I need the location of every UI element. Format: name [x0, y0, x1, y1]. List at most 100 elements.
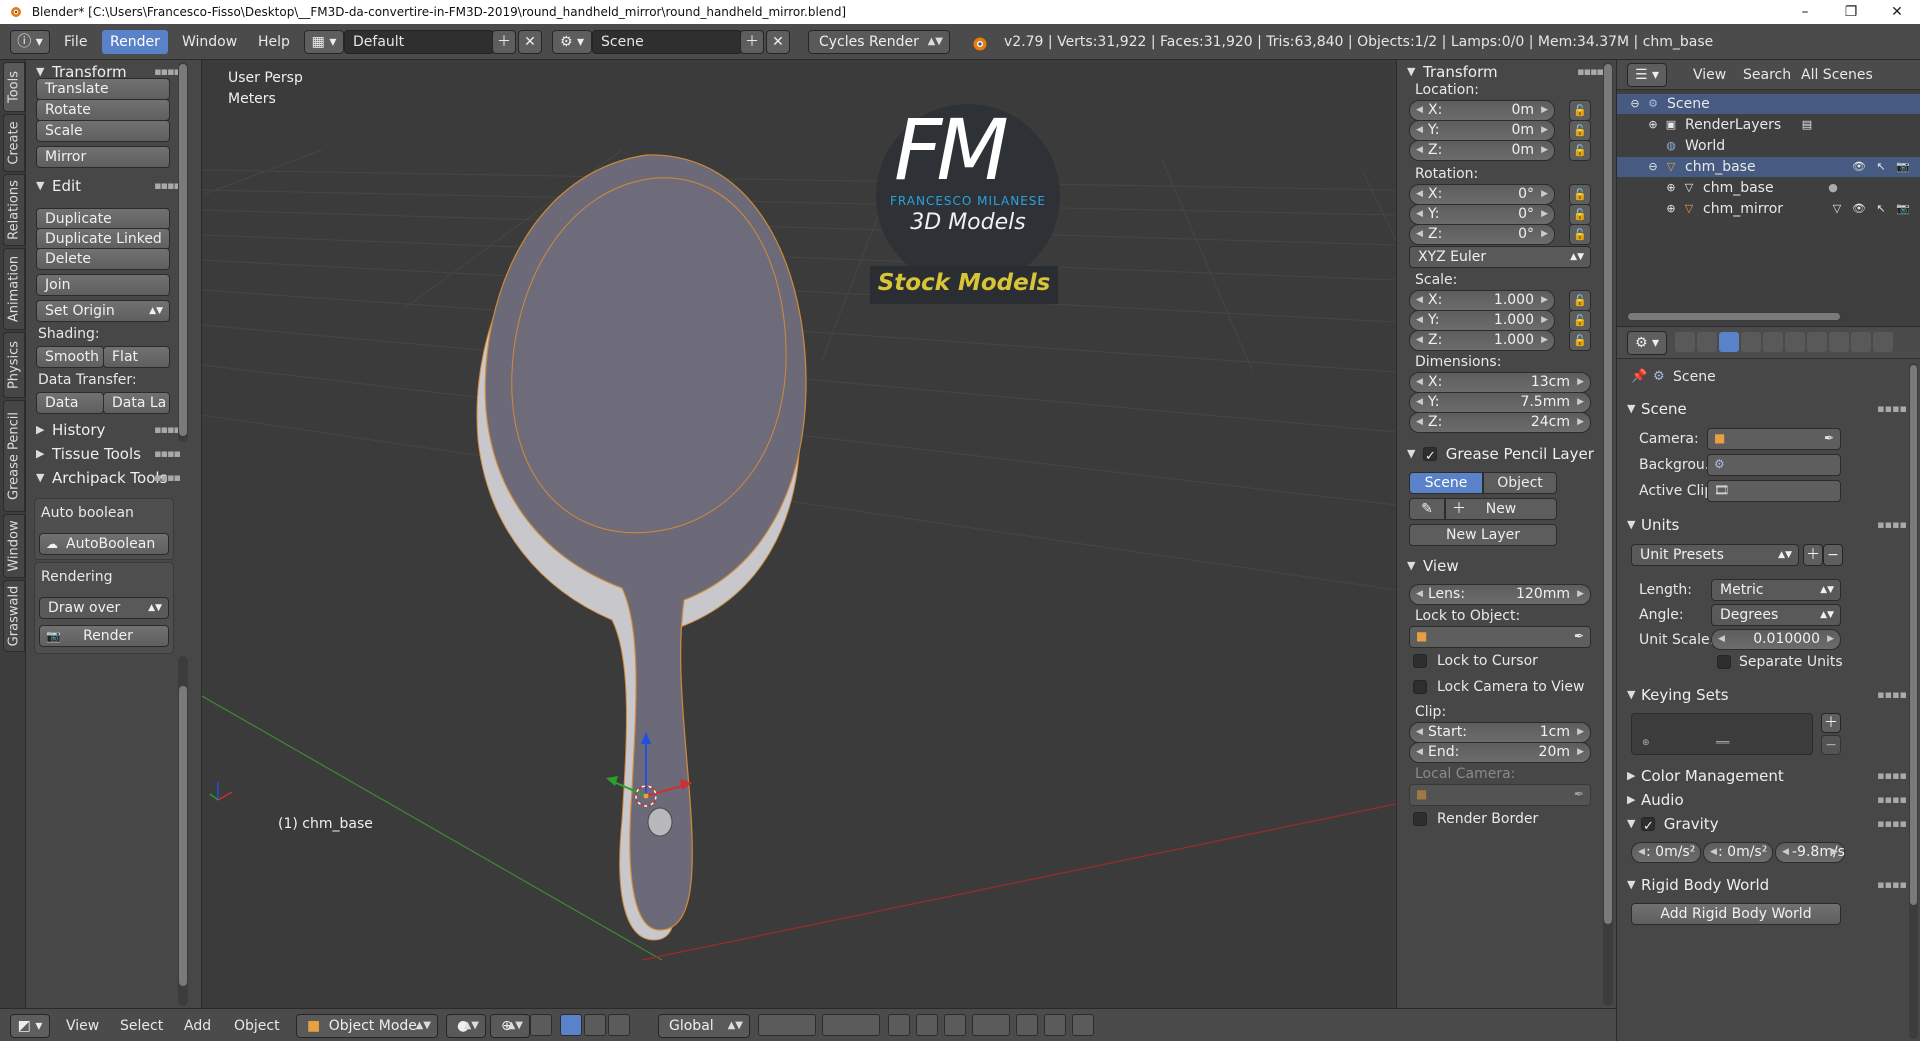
add-keying-set-icon[interactable]: ＋	[1821, 713, 1841, 733]
properties-scroll-thumb[interactable]	[1910, 365, 1917, 905]
render-context-tab[interactable]	[1675, 332, 1695, 352]
npanel-scrollbar[interactable]	[1603, 62, 1613, 1006]
opengl-render-image-icon[interactable]	[1044, 1014, 1066, 1036]
rigid-body-world-panel-header[interactable]: ▼ Rigid Body World ▪▪▪▪	[1627, 873, 1911, 897]
lock-camera-checkbox[interactable]	[1413, 680, 1427, 694]
rotation-z-field[interactable]: ◀ Z: 0° ▶	[1409, 224, 1555, 245]
lock-icon[interactable]: 🔓	[1569, 140, 1591, 161]
interaction-mode-dropdown[interactable]: ■ Object Mode ▲▼	[296, 1014, 438, 1038]
render-button[interactable]: 📷 Render	[39, 625, 169, 647]
tab-window[interactable]: Window	[3, 514, 25, 578]
data-layout-button[interactable]: Data La	[103, 392, 170, 414]
set-origin-dropdown[interactable]: Set Origin ▲▼	[36, 300, 170, 322]
rotate-button[interactable]: Rotate	[36, 99, 170, 121]
toolshelf-scrollbar-lower[interactable]	[178, 656, 188, 1006]
outliner-view-menu[interactable]: View	[1693, 67, 1726, 83]
gp-scene-toggle[interactable]: Scene	[1409, 472, 1483, 494]
gp-new-button[interactable]: ＋ New	[1445, 498, 1557, 520]
snap-target-icon[interactable]	[1016, 1014, 1038, 1036]
expand-toggle-icon[interactable]: ⊕	[1645, 117, 1661, 133]
outliner-editor-type-icon[interactable]: ☰ ▾	[1627, 63, 1667, 87]
tab-animation[interactable]: Animation	[3, 248, 25, 330]
resize-grip-icon[interactable]: ⊕	[1642, 738, 1650, 748]
transform-properties-header[interactable]: ▼ Transform ▪▪▪▪	[1401, 60, 1604, 84]
grip-icon[interactable]: ▪▪▪▪	[154, 418, 181, 442]
outliner-row-world[interactable]: ◍ World	[1617, 136, 1920, 156]
lock-object-field[interactable]: ■ ✒	[1409, 626, 1591, 648]
proportional-edit-icon[interactable]	[916, 1014, 938, 1036]
lock-icon[interactable]: 🔓	[1569, 290, 1591, 311]
clip-end-field[interactable]: ◀ End: 20m ▶	[1409, 742, 1591, 763]
manipulator-toggle-icon[interactable]	[530, 1014, 552, 1036]
maximize-button[interactable]: ❐	[1828, 0, 1874, 24]
grip-icon[interactable]: ▪▪▪▪	[1877, 764, 1907, 788]
scene-field[interactable]: Scene	[592, 30, 742, 54]
rotation-mode-dropdown[interactable]: XYZ Euler ▲▼	[1409, 246, 1591, 268]
editor-type-info-icon[interactable]: ⓘ ▾	[10, 30, 50, 54]
menu-view[interactable]: View	[58, 1014, 107, 1038]
lock-icon[interactable]: 🔓	[1569, 204, 1591, 225]
layers-grid-b-icon[interactable]	[822, 1014, 880, 1036]
audio-panel-header[interactable]: ▶ Audio ▪▪▪▪	[1627, 788, 1911, 812]
gp-pencil-icon[interactable]: ✎	[1409, 498, 1445, 520]
scale-button[interactable]: Scale	[36, 120, 170, 142]
lock-icon[interactable]: 🔓	[1569, 120, 1591, 141]
outliner-display-filter[interactable]: All Scenes	[1801, 67, 1873, 83]
grip-icon[interactable]: ▪▪▪▪	[1877, 812, 1907, 836]
lock-icon[interactable]: 🔓	[1569, 330, 1591, 351]
outliner-row-chm-mirror[interactable]: ⊕ ▽ chm_mirror ▽ 👁 ↖ 📷	[1617, 199, 1920, 219]
keying-sets-panel-header[interactable]: ▼ Keying Sets ▪▪▪▪	[1627, 683, 1911, 707]
menu-file[interactable]: File	[56, 30, 95, 54]
menu-render[interactable]: Render	[102, 30, 168, 54]
grip-icon[interactable]: ▪▪▪▪	[1877, 513, 1907, 537]
add-rigid-body-world-button[interactable]: Add Rigid Body World	[1631, 903, 1841, 925]
outliner-row-chm-base-mesh[interactable]: ⊕ ▽ chm_base ●	[1617, 178, 1920, 198]
history-panel-header[interactable]: ▶ History ▪▪▪▪	[30, 418, 182, 442]
grip-icon[interactable]: ▪▪▪▪	[1877, 683, 1907, 707]
grip-icon[interactable]: ▪▪▪▪	[154, 442, 181, 466]
grip-icon[interactable]: ▪▪▪▪	[1577, 60, 1604, 84]
layer-lock-icon[interactable]	[888, 1014, 910, 1036]
outliner-row-renderlayers[interactable]: ⊕ ▣ RenderLayers ▤	[1617, 115, 1920, 135]
3d-viewport[interactable]: User Persp Meters (1) chm_base FM FRANCE…	[202, 60, 1396, 1008]
object-context-tab[interactable]	[1763, 332, 1783, 352]
view-panel-header[interactable]: ▼ View	[1401, 554, 1553, 578]
gravity-z-field[interactable]: ◀ -9.8m/s ▶	[1775, 842, 1845, 863]
active-clip-field[interactable]: 🎞	[1707, 480, 1841, 502]
data-context-tab[interactable]	[1829, 332, 1849, 352]
smooth-button[interactable]: Smooth	[36, 346, 104, 368]
autoboolean-button[interactable]: ☁ AutoBoolean	[39, 533, 169, 555]
npanel-scroll-thumb[interactable]	[1604, 64, 1612, 924]
pivot-point-dropdown[interactable]: ⊕ ▲▼	[490, 1014, 530, 1038]
tissue-tools-panel-header[interactable]: ▶ Tissue Tools ▪▪▪▪	[30, 442, 182, 466]
grease-pencil-layer-header[interactable]: ▼ Grease Pencil Layer	[1401, 442, 1615, 469]
render-layers-context-tab[interactable]	[1697, 332, 1717, 352]
modifiers-context-tab[interactable]	[1807, 332, 1827, 352]
menu-window[interactable]: Window	[174, 30, 245, 54]
delete-button[interactable]: Delete	[36, 248, 170, 270]
add-preset-icon[interactable]: ＋	[1803, 544, 1823, 566]
menu-help[interactable]: Help	[250, 30, 298, 54]
translate-manipulator-icon[interactable]	[560, 1014, 582, 1036]
unit-scale-field[interactable]: ◀ 0.010000 ▶	[1711, 629, 1841, 650]
gravity-x-field[interactable]: ◀: 0m/s²	[1631, 842, 1701, 863]
lens-field[interactable]: ◀ Lens: 120mm ▶	[1409, 584, 1591, 605]
tab-grease-pencil[interactable]: Grease Pencil	[3, 400, 25, 512]
screen-layout-icon[interactable]: ▦ ▾	[304, 30, 344, 54]
menu-add[interactable]: Add	[176, 1014, 219, 1038]
remove-preset-icon[interactable]: −	[1823, 544, 1843, 566]
tab-graswald[interactable]: Graswald	[3, 580, 25, 652]
dimension-y-field[interactable]: ◀ Y: 7.5mm ▶	[1409, 392, 1591, 413]
lock-icon[interactable]: 🔓	[1569, 184, 1591, 205]
scene-selector-icon[interactable]: ⚙ ▾	[552, 30, 592, 54]
snap-toggle-icon[interactable]	[944, 1014, 966, 1036]
draw-over-dropdown[interactable]: Draw over ▲▼	[39, 597, 169, 619]
render-engine-dropdown[interactable]: Cycles Render ▲▼	[808, 30, 950, 54]
archipack-tools-panel-header[interactable]: ▼ Archipack Tools ▪▪▪▪	[30, 466, 182, 490]
tab-physics[interactable]: Physics	[3, 332, 25, 398]
grip-icon[interactable]: ▪▪▪▪	[1877, 873, 1907, 897]
keying-sets-list[interactable]: ⊕ ══	[1631, 713, 1813, 755]
viewport-shading-dropdown[interactable]: ● ▲▼	[446, 1014, 486, 1038]
camera-field[interactable]: ■ ✒	[1707, 428, 1841, 450]
add-scene-icon[interactable]: ＋	[740, 30, 764, 54]
